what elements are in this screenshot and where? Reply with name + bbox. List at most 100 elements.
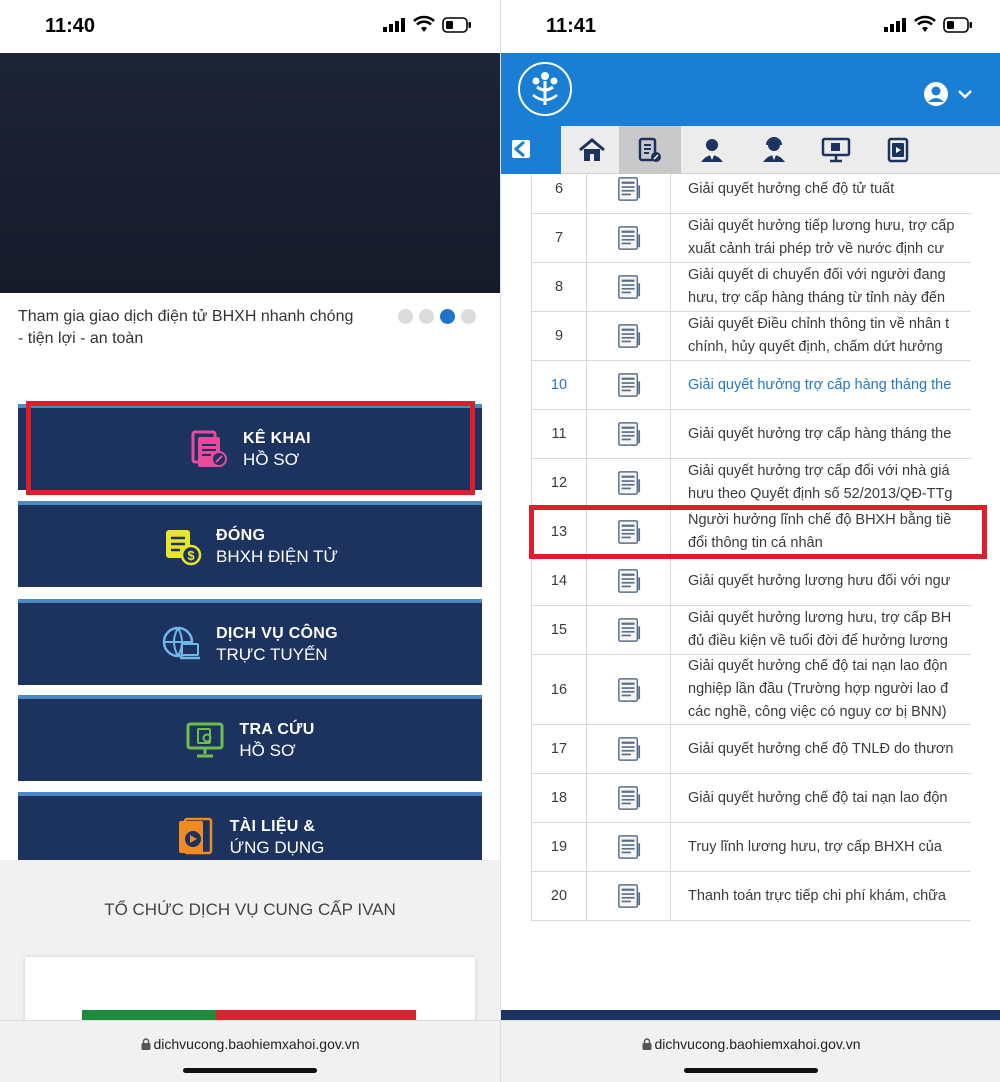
menu-label-line1: DỊCH VỤ CÔNG (216, 625, 338, 642)
carousel-dot[interactable] (461, 309, 476, 324)
table-row[interactable]: 9 Giải quyết Điều chỉnh thông tin về nhâ… (531, 311, 971, 361)
tab-helpdesk[interactable] (743, 126, 805, 174)
row-number: 10 (531, 360, 587, 410)
sidebar-toggle[interactable] (501, 126, 561, 174)
procedure-name[interactable]: Giải quyết hưởng trợ cấp hàng tháng the (670, 360, 971, 410)
row-form-cell[interactable] (586, 822, 671, 872)
home-indicator[interactable] (684, 1068, 818, 1073)
bhxh-logo-icon[interactable] (517, 61, 573, 117)
form-document-icon[interactable] (617, 884, 641, 908)
procedure-name-line: hưu, trợ cấp hàng tháng từ tỉnh này đến (688, 290, 946, 306)
svg-text:$: $ (187, 548, 195, 563)
form-document-icon[interactable] (617, 737, 641, 761)
book-media-icon (887, 137, 909, 163)
menu-label-line1: TRA CỨU (239, 721, 315, 738)
procedure-name: Giải quyết hưởng chế độ tai nạn lao độn n… (670, 654, 971, 725)
row-number: 15 (531, 605, 587, 655)
form-document-icon[interactable] (617, 786, 641, 810)
row-number: 17 (531, 724, 587, 774)
menu-button-label: DỊCH VỤ CÔNG TRỰC TUYẾN (216, 623, 338, 665)
table-row[interactable]: 7 Giải quyết hưởng tiếp lương hưu, trợ c… (531, 213, 971, 263)
url-text[interactable]: dichvucong.baohiemxahoi.gov.vn (0, 1036, 500, 1052)
status-time: 11:41 (546, 15, 597, 37)
row-form-cell[interactable] (586, 262, 671, 312)
procedure-name-line: Giải quyết di chuyển đối với người đang (688, 267, 946, 283)
row-form-cell[interactable] (586, 871, 671, 921)
procedure-name-line: Truy lĩnh lương hưu, trợ cấp BHXH của (688, 838, 942, 855)
monitor-icon (821, 137, 851, 163)
table-row[interactable]: 10 Giải quyết hưởng trợ cấp hàng tháng t… (531, 360, 971, 410)
table-row[interactable]: 18 Giải quyết hưởng chế độ tai nạn lao đ… (531, 773, 971, 823)
form-document-icon[interactable] (617, 275, 641, 299)
form-document-icon[interactable] (617, 177, 641, 201)
row-form-cell[interactable] (586, 654, 671, 725)
tab-documents[interactable] (867, 126, 929, 174)
row-form-cell[interactable] (586, 458, 671, 508)
carousel-dot[interactable] (419, 309, 434, 324)
left-phone-screen: 11:40 Tham gia giao dịch điện tử BHXH nh… (0, 0, 500, 1082)
media-book-icon (176, 817, 216, 857)
carousel-dot-active[interactable] (440, 309, 455, 324)
menu-button-4[interactable]: TRA CỨU HỒ SƠ (18, 695, 482, 781)
menu-button-2[interactable]: $ ĐÓNG BHXH ĐIỆN TỬ (18, 501, 482, 587)
form-document-icon[interactable] (617, 569, 641, 593)
table-row[interactable]: 15 Giải quyết hưởng lương hưu, trợ cấp B… (531, 605, 971, 655)
browser-url-bar[interactable]: dichvucong.baohiemxahoi.gov.vn (0, 1020, 500, 1082)
form-document-icon[interactable] (617, 677, 641, 702)
battery-icon (943, 17, 972, 33)
browser-url-bar[interactable]: dichvucong.baohiemxahoi.gov.vn (501, 1020, 1000, 1082)
row-form-cell[interactable] (586, 360, 671, 410)
row-form-cell[interactable] (586, 605, 671, 655)
procedure-name: Thanh toán trực tiếp chi phí khám, chữa (670, 871, 971, 921)
procedure-name: Giải quyết hưởng lương hưu đối với ngư (670, 556, 971, 606)
table-row[interactable]: 11 Giải quyết hưởng trợ cấp hàng tháng t… (531, 409, 971, 459)
form-document-icon[interactable] (617, 618, 641, 642)
form-document-icon[interactable] (617, 373, 641, 397)
table-row[interactable]: 6 Giải quyết hưởng chế độ tử tuất (531, 174, 971, 214)
table-row[interactable]: 16 Giải quyết hưởng chế độ tai nạn lao đ… (531, 654, 971, 725)
form-document-icon[interactable] (617, 422, 641, 446)
menu-button-label: TÀI LIỆU & ỨNG DỤNG (230, 816, 325, 858)
menu-button-3[interactable]: DỊCH VỤ CÔNG TRỰC TUYẾN (18, 599, 482, 685)
table-row[interactable]: 12 Giải quyết hưởng trợ cấp đối với nhà … (531, 458, 971, 508)
procedure-name-line: chính, hủy quyết định, chấm dứt hưởng (688, 339, 943, 355)
row-form-cell[interactable] (586, 409, 671, 459)
procedure-table-viewport[interactable]: 6 Giải quyết hưởng chế độ tử tuất 7 Giải … (531, 174, 971, 1010)
procedure-name: Giải quyết di chuyển đối với người đang h… (670, 262, 971, 312)
table-row[interactable]: 8 Giải quyết di chuyển đối với người đan… (531, 262, 971, 312)
row-form-cell[interactable] (586, 773, 671, 823)
url-label: dichvucong.baohiemxahoi.gov.vn (153, 1036, 360, 1052)
form-document-icon[interactable] (617, 324, 641, 348)
row-form-cell[interactable] (586, 213, 671, 263)
row-form-cell[interactable] (586, 311, 671, 361)
carousel-dot[interactable] (398, 309, 413, 324)
tab-home[interactable] (561, 126, 623, 174)
tab-support[interactable] (681, 126, 743, 174)
procedure-name-line: Giải quyết hưởng trợ cấp hàng tháng the (688, 376, 952, 393)
table-row[interactable]: 20 Thanh toán trực tiếp chi phí khám, ch… (531, 871, 971, 921)
row-form-cell[interactable] (586, 556, 671, 606)
procedure-name-line: Giải quyết Điều chỉnh thông tin về nhân … (688, 316, 950, 332)
form-document-icon[interactable] (617, 471, 641, 495)
url-text[interactable]: dichvucong.baohiemxahoi.gov.vn (501, 1036, 1000, 1052)
tab-declare[interactable] (619, 126, 681, 174)
procedure-name-line: Giải quyết hưởng chế độ tử tuất (688, 180, 895, 197)
table-row[interactable]: 14 Giải quyết hưởng lương hưu đối với ng… (531, 556, 971, 606)
person-support-icon (701, 139, 723, 162)
home-indicator[interactable] (183, 1068, 317, 1073)
nav-tabs (501, 126, 1000, 174)
table-row[interactable]: 19 Truy lĩnh lương hưu, trợ cấp BHXH của (531, 822, 971, 872)
banner-tagline: Tham gia giao dịch điện tử BHXH nhanh ch… (18, 308, 354, 347)
menu-button-label: ĐÓNG BHXH ĐIỆN TỬ (216, 525, 338, 567)
tab-lookup[interactable] (805, 126, 867, 174)
form-document-icon[interactable] (617, 835, 641, 859)
ivan-logo-red-strip (216, 1010, 416, 1020)
form-document-icon[interactable] (617, 226, 641, 250)
site-header (501, 53, 1000, 126)
table-row[interactable]: 17 Giải quyết hưởng chế độ TNLĐ do thươn (531, 724, 971, 774)
account-icon[interactable] (923, 81, 975, 107)
menu-label-line2: TRỰC TUYẾN (216, 645, 328, 664)
row-form-cell[interactable] (586, 174, 671, 214)
row-form-cell[interactable] (586, 724, 671, 774)
url-label: dichvucong.baohiemxahoi.gov.vn (654, 1036, 861, 1052)
